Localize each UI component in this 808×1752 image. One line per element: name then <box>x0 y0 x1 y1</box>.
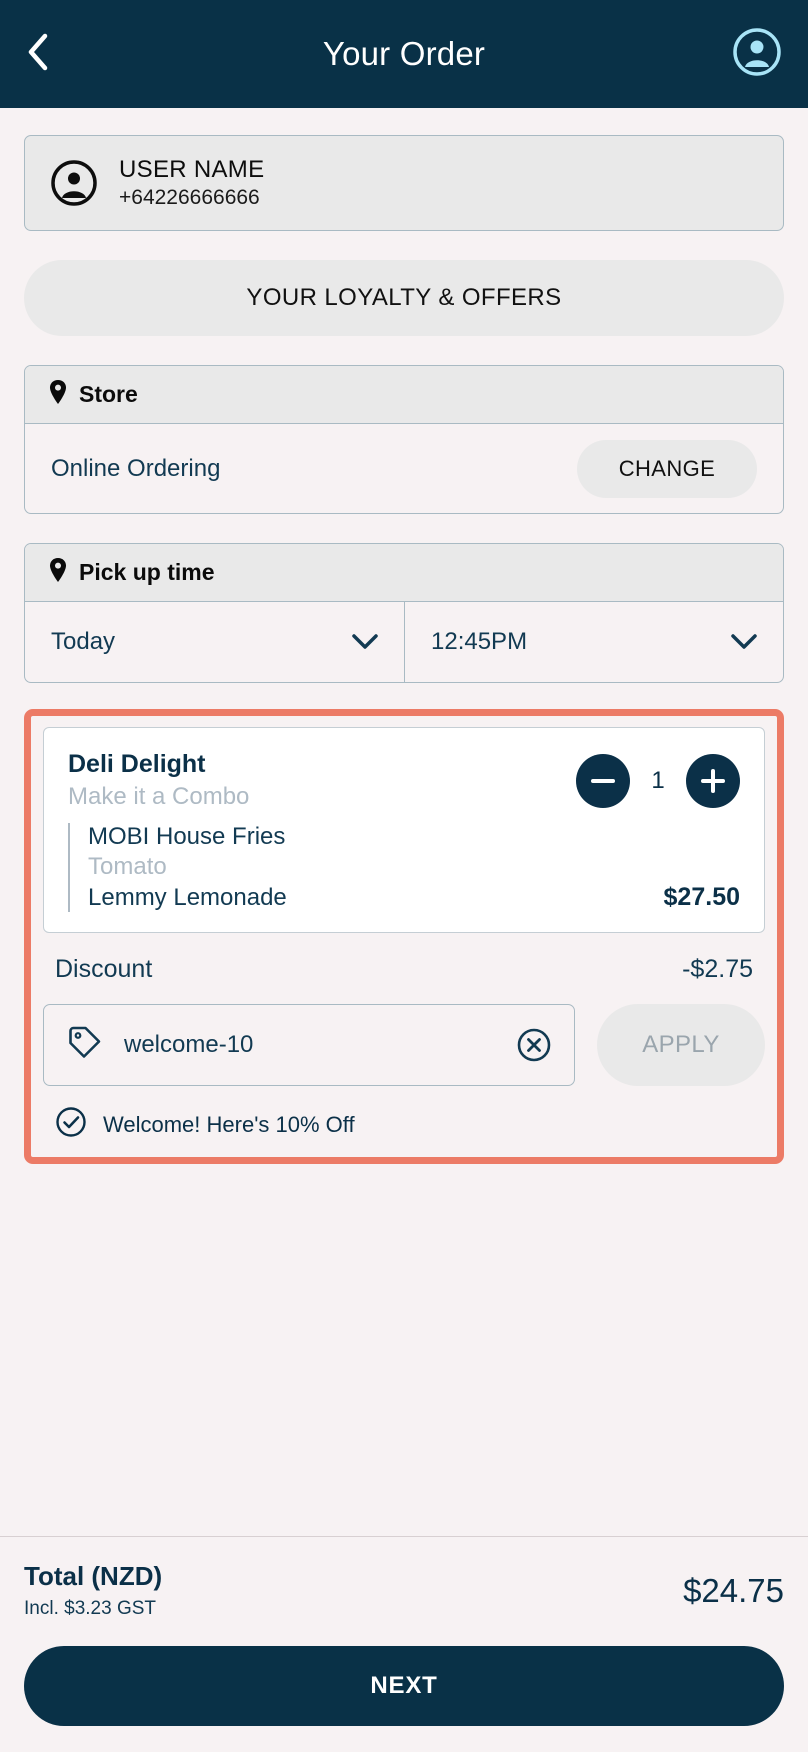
discount-label: Discount <box>55 955 153 983</box>
user-card[interactable]: USER NAME +64226666666 <box>24 135 784 231</box>
decrease-quantity-button[interactable] <box>576 754 630 808</box>
promo-success-text: Welcome! Here's 10% Off <box>103 1111 355 1137</box>
modifier-name: MOBI House Fries <box>88 823 286 850</box>
account-circle-icon <box>732 27 782 82</box>
next-button-label: NEXT <box>370 1672 438 1699</box>
modifier-row: MOBI House Fries <box>88 823 740 851</box>
plus-icon-vertical <box>711 769 715 793</box>
order-footer: Total (NZD) Incl. $3.23 GST $24.75 NEXT <box>0 1536 808 1752</box>
pickup-panel-title: Pick up time <box>79 559 215 585</box>
change-store-button[interactable]: CHANGE <box>577 439 757 498</box>
page-title: Your Order <box>322 35 486 72</box>
modifier-name: Lemmy Lemonade <box>88 884 287 911</box>
modifier-price: $27.50 <box>663 883 740 911</box>
pickup-day-select[interactable]: Today <box>25 602 404 682</box>
check-circle-icon <box>55 1106 87 1143</box>
order-screen: Your Order USER NAME +64226666666 YOUR L… <box>0 0 808 1752</box>
pickup-selects: Today 12:45PM <box>25 602 783 682</box>
order-highlight-region: Deli Delight Make it a Combo 1 MOBI Hous… <box>24 709 784 1164</box>
modifier-note: Tomato <box>88 853 167 880</box>
apply-promo-button[interactable]: APPLY <box>597 1004 765 1086</box>
quantity-stepper: 1 <box>576 750 740 808</box>
store-panel-header: Store <box>25 366 783 424</box>
store-panel: Store Online Ordering CHANGE <box>24 365 784 514</box>
total-amount: $24.75 <box>683 1571 784 1609</box>
user-phone: +64226666666 <box>119 186 260 209</box>
order-body: USER NAME +64226666666 YOUR LOYALTY & OF… <box>0 108 808 1536</box>
total-row: Total (NZD) Incl. $3.23 GST $24.75 <box>24 1561 784 1620</box>
order-item-modifiers: MOBI House Fries Tomato Lemmy Lemonade $… <box>68 823 740 912</box>
gst-note: Incl. $3.23 GST <box>24 1598 157 1619</box>
promo-code-input[interactable] <box>124 1031 494 1059</box>
order-item-header: Deli Delight Make it a Combo 1 <box>68 750 740 811</box>
loyalty-offers-button[interactable]: YOUR LOYALTY & OFFERS <box>24 260 784 336</box>
chevron-down-icon <box>352 634 378 650</box>
promo-code-row: APPLY <box>43 1004 765 1086</box>
tag-icon <box>66 1025 102 1066</box>
chevron-down-icon <box>731 634 757 650</box>
app-header: Your Order <box>0 0 808 108</box>
pickup-day-value: Today <box>51 628 116 655</box>
location-pin-icon <box>49 379 67 410</box>
person-circle-icon <box>51 160 97 206</box>
order-item-name: Deli Delight <box>68 750 206 778</box>
discount-row: Discount -$2.75 <box>43 933 765 1004</box>
store-row: Online Ordering CHANGE <box>25 424 783 513</box>
location-pin-icon <box>49 557 67 588</box>
pickup-panel-header: Pick up time <box>25 544 783 602</box>
user-name: USER NAME <box>119 156 265 183</box>
pickup-time-value: 12:45PM <box>431 628 528 655</box>
chevron-left-icon <box>26 33 48 76</box>
store-panel-title: Store <box>79 381 138 407</box>
increase-quantity-button[interactable] <box>686 754 740 808</box>
modifier-note-row: Tomato <box>88 853 740 881</box>
order-item-subtitle: Make it a Combo <box>68 783 250 810</box>
pickup-time-select[interactable]: 12:45PM <box>404 602 783 682</box>
quantity-value: 1 <box>651 767 665 794</box>
discount-value: -$2.75 <box>682 955 753 983</box>
modifier-row: Lemmy Lemonade $27.50 <box>88 883 740 912</box>
minus-icon <box>591 779 615 783</box>
next-button[interactable]: NEXT <box>24 1646 784 1726</box>
clear-promo-button[interactable] <box>516 1027 552 1063</box>
pickup-time-panel: Pick up time Today 12:45PM <box>24 543 784 683</box>
back-button[interactable] <box>26 32 70 76</box>
store-name: Online Ordering <box>51 454 221 482</box>
account-button[interactable] <box>732 27 782 82</box>
loyalty-offers-label: YOUR LOYALTY & OFFERS <box>246 284 562 311</box>
order-item-card: Deli Delight Make it a Combo 1 MOBI Hous… <box>43 727 765 933</box>
promo-code-field[interactable] <box>43 1004 575 1086</box>
total-label: Total (NZD) <box>24 1561 163 1591</box>
promo-success-message: Welcome! Here's 10% Off <box>43 1106 765 1143</box>
